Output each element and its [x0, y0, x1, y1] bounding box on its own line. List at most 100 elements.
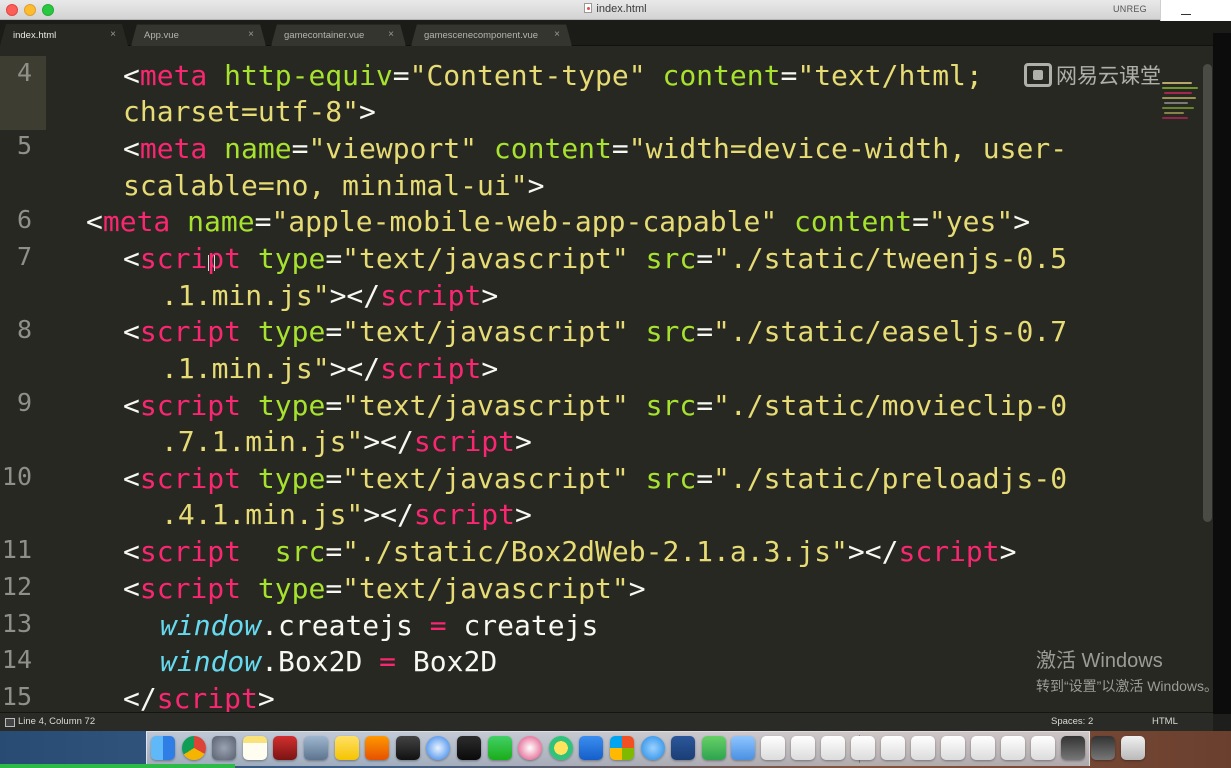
tab-close-icon[interactable]: × — [554, 29, 560, 40]
document-icon[interactable] — [821, 736, 845, 760]
sublime-text-icon[interactable] — [365, 736, 390, 760]
code-line-9-wrap: .7.1.min.js"></script> — [161, 425, 532, 458]
tab-gamecontainer-vue[interactable]: gamecontainer.vue × — [271, 24, 406, 46]
code-line-6: <meta name="apple-mobile-web-app-capable… — [86, 205, 1031, 238]
windows-icon[interactable] — [610, 736, 634, 760]
screen-icon[interactable] — [1091, 736, 1115, 760]
code-line-14: window.Box2D = Box2D — [160, 645, 498, 678]
document-icon[interactable] — [881, 736, 905, 760]
screen-edge — [1213, 33, 1231, 714]
tab-close-icon[interactable]: × — [110, 29, 116, 40]
screen-icon[interactable] — [1061, 736, 1085, 760]
line-number: 9 — [16, 388, 32, 417]
tab-index-html[interactable]: index.html × — [0, 24, 128, 46]
safari-icon[interactable] — [426, 736, 451, 760]
minimap-line — [1164, 102, 1188, 104]
minimap-line — [1162, 87, 1198, 89]
line-number: 14 — [1, 645, 32, 674]
html-file-icon — [584, 3, 593, 13]
code-line-8: <script type="text/javascript" src="./st… — [123, 315, 1068, 348]
code-line-7: <script type="text/javascript" src="./st… — [123, 242, 1068, 275]
mouse-ibeam-cursor — [208, 255, 215, 271]
code-line-12: <script type="text/javascript"> — [123, 572, 646, 605]
syntax-selector[interactable]: HTML — [1152, 716, 1178, 727]
minimap-line — [1162, 97, 1196, 99]
vertical-scrollbar-thumb[interactable] — [1203, 64, 1212, 522]
code-line-10: <script type="text/javascript" src="./st… — [123, 462, 1068, 495]
line-number: 12 — [1, 572, 32, 601]
code-line-9: <script type="text/javascript" src="./st… — [123, 389, 1068, 422]
panel-toggle-icon[interactable] — [5, 718, 15, 727]
document-icon[interactable] — [851, 736, 875, 760]
code-line-7-wrap: .1.min.js"></script> — [161, 279, 499, 312]
document-icon[interactable] — [1031, 736, 1055, 760]
tab-label: index.html — [13, 30, 57, 41]
tab-app-vue[interactable]: App.vue × — [131, 24, 266, 46]
photo-booth-icon[interactable] — [273, 736, 298, 760]
launchpad-icon[interactable] — [212, 736, 237, 760]
document-icon[interactable] — [761, 736, 785, 760]
chrome-icon[interactable] — [181, 736, 206, 760]
line-number-gutter: 4 5 6 7 8 9 10 11 12 13 14 15 — [0, 46, 46, 712]
progress-strip — [0, 764, 235, 768]
netease-watermark: 网易云课堂 — [1024, 60, 1161, 90]
trash-icon[interactable] — [1121, 736, 1145, 760]
tab-label: App.vue — [144, 30, 179, 41]
itunes-icon[interactable] — [518, 736, 543, 760]
code-line-4-wrap: charset=utf-8"> — [123, 95, 376, 128]
document-icon[interactable] — [911, 736, 935, 760]
code-line-5-wrap: scalable=no, minimal-ui"> — [123, 169, 545, 202]
line-number: 7 — [16, 242, 32, 271]
code-line-13: window.createjs = createjs — [160, 609, 599, 642]
tab-label: gamescenecomponent.vue — [424, 30, 539, 41]
line-number: 15 — [1, 682, 32, 711]
tab-gamescenecomponent-vue[interactable]: gamescenecomponent.vue × — [411, 24, 572, 46]
code-line-5: <meta name="viewport" content="width=dev… — [123, 132, 1068, 165]
code-line-8-wrap: .1.min.js"></script> — [161, 352, 499, 385]
line-number: 11 — [1, 535, 32, 564]
wechat-chat-icon[interactable] — [701, 736, 726, 760]
preview-icon[interactable] — [304, 736, 328, 760]
line-number: 8 — [16, 315, 32, 344]
console-icon[interactable] — [457, 736, 481, 760]
dock — [146, 731, 1145, 766]
line-number: 13 — [1, 609, 32, 638]
tab-close-icon[interactable]: × — [248, 29, 254, 40]
window-title-bar: index.html UNREG — [0, 0, 1231, 20]
code-line-4: <meta http-equiv="Content-type" content=… — [123, 59, 983, 92]
code-line-11: <script src="./static/Box2dWeb-2.1.a.3.j… — [123, 535, 1017, 568]
cursor-position: Line 4, Column 72 — [18, 716, 96, 727]
tab-bar: index.html × App.vue × gamecontainer.vue… — [0, 21, 1231, 46]
tab-close-icon[interactable]: × — [388, 29, 394, 40]
activate-windows-notice: 激活 Windows 转到“设置”以激活 Windows。 — [1036, 650, 1219, 694]
word-icon[interactable] — [671, 736, 696, 760]
tab-label: gamecontainer.vue — [284, 30, 365, 41]
minimize-icon[interactable] — [1181, 14, 1191, 15]
status-bar: Line 4, Column 72 Spaces: 2 HTML — [0, 712, 1213, 731]
code-line-10-wrap: .4.1.min.js"></script> — [161, 498, 532, 531]
line-number: 10 — [1, 462, 32, 491]
ie-icon[interactable] — [640, 736, 665, 760]
code-editor[interactable]: 4 5 6 7 8 9 10 11 12 13 14 15 <meta http… — [0, 46, 1231, 712]
wechat-icon[interactable] — [487, 736, 512, 760]
window-title: index.html — [0, 3, 1231, 15]
minimap-line — [1164, 112, 1184, 114]
folder-icon[interactable] — [731, 736, 755, 760]
line-number: 4 — [16, 58, 32, 87]
stickies-icon[interactable] — [334, 736, 359, 760]
document-icon[interactable] — [971, 736, 995, 760]
minimap[interactable] — [1160, 76, 1202, 146]
line-number: 6 — [16, 205, 32, 234]
document-icon[interactable] — [791, 736, 815, 760]
notes-icon[interactable] — [242, 736, 267, 760]
feishu-icon[interactable] — [579, 736, 604, 760]
minimap-line — [1162, 107, 1194, 109]
minimap-line — [1164, 92, 1192, 94]
indentation-selector[interactable]: Spaces: 2 — [1051, 716, 1093, 727]
finder-icon[interactable] — [151, 736, 175, 760]
qq-music-icon[interactable] — [548, 736, 573, 760]
terminal-icon[interactable] — [395, 736, 420, 760]
code-line-15: </script> — [123, 682, 275, 712]
document-icon[interactable] — [1001, 736, 1025, 760]
document-icon[interactable] — [941, 736, 965, 760]
